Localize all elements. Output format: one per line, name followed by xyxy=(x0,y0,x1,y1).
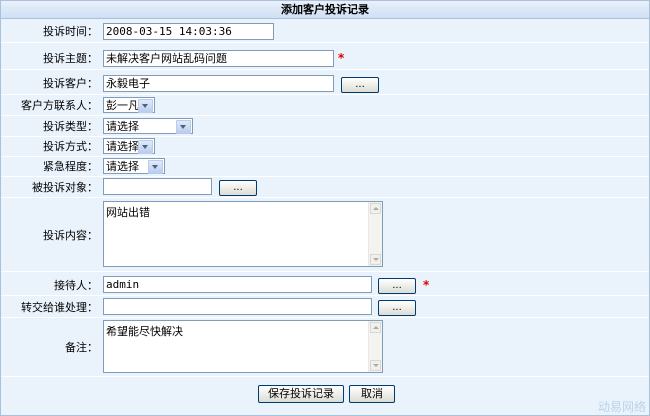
target-input[interactable] xyxy=(103,178,212,195)
row-time: 投诉时间： 2008-03-15 14:03:36 xyxy=(1,19,649,43)
label-method: 投诉方式： xyxy=(43,140,98,153)
required-mark: * xyxy=(423,278,430,292)
label-subject: 投诉主题： xyxy=(43,51,98,65)
row-content: 投诉内容： 网站出错 xyxy=(1,198,649,272)
label-remark: 备注： xyxy=(65,341,98,354)
urgency-select-value: 请选择 xyxy=(106,160,139,173)
chevron-down-icon xyxy=(148,160,163,174)
contact-select-value: 彭一凡 xyxy=(106,99,139,112)
customer-picker-button[interactable]: ... xyxy=(341,77,379,93)
row-remark: 备注： 希望能尽快解决 xyxy=(1,318,649,377)
watermark: 动易网络 xyxy=(597,400,646,414)
scroll-up-icon[interactable] xyxy=(370,203,381,214)
scroll-down-icon[interactable] xyxy=(370,360,381,371)
label-transfer: 转交给谁处理： xyxy=(21,300,98,314)
label-time: 投诉时间： xyxy=(43,24,98,38)
label-receiver: 接待人： xyxy=(54,278,98,292)
form-title: 添加客户投诉记录 xyxy=(1,1,649,19)
receiver-picker-button[interactable]: ... xyxy=(378,278,416,294)
row-target: 被投诉对象： ... xyxy=(1,176,649,198)
label-type: 投诉类型： xyxy=(43,120,98,133)
remark-scrollbar[interactable] xyxy=(368,321,382,372)
row-customer: 投诉客户： 永毅电子 ... xyxy=(1,71,649,95)
transfer-input[interactable] xyxy=(103,298,372,315)
chevron-down-icon xyxy=(138,140,153,154)
label-customer: 投诉客户： xyxy=(43,76,98,90)
receiver-input[interactable]: admin xyxy=(103,276,372,293)
row-method: 投诉方式： 请选择 xyxy=(1,136,649,157)
form-panel: 添加客户投诉记录 投诉时间： 2008-03-15 14:03:36 投诉主题：… xyxy=(0,0,650,416)
content-text: 网站出错 xyxy=(106,206,150,219)
scroll-up-icon[interactable] xyxy=(370,322,381,333)
time-input[interactable]: 2008-03-15 14:03:36 xyxy=(103,23,274,40)
chevron-down-icon xyxy=(176,120,191,134)
method-select-value: 请选择 xyxy=(106,140,139,153)
row-contact: 客户方联系人： 彭一凡 xyxy=(1,95,649,116)
row-urgency: 紧急程度： 请选择 xyxy=(1,156,649,177)
row-transfer: 转交给谁处理： ... xyxy=(1,296,649,318)
contact-select[interactable]: 彭一凡 xyxy=(103,97,155,113)
subject-input[interactable]: 未解决客户网站乱码问题 xyxy=(103,50,334,67)
row-type: 投诉类型： 请选择 xyxy=(1,116,649,137)
scroll-down-icon[interactable] xyxy=(370,254,381,265)
cancel-button[interactable]: 取消 xyxy=(349,385,395,403)
content-scrollbar[interactable] xyxy=(368,202,382,266)
transfer-picker-button[interactable]: ... xyxy=(378,300,416,316)
chevron-down-icon xyxy=(138,99,153,113)
required-mark: * xyxy=(338,51,345,65)
label-content: 投诉内容： xyxy=(43,228,98,242)
label-target: 被投诉对象： xyxy=(32,180,98,194)
row-receiver: 接待人： admin ... * xyxy=(1,274,649,296)
type-select-value: 请选择 xyxy=(106,120,139,133)
content-textarea[interactable]: 网站出错 xyxy=(103,201,383,267)
urgency-select[interactable]: 请选择 xyxy=(103,158,165,174)
label-contact: 客户方联系人： xyxy=(21,99,98,112)
row-subject: 投诉主题： 未解决客户网站乱码问题 * xyxy=(1,46,649,70)
label-urgency: 紧急程度： xyxy=(43,160,98,173)
type-select[interactable]: 请选择 xyxy=(103,118,193,134)
save-button[interactable]: 保存投诉记录 xyxy=(258,385,344,403)
target-picker-button[interactable]: ... xyxy=(219,180,257,196)
customer-input[interactable]: 永毅电子 xyxy=(103,75,334,92)
remark-textarea[interactable]: 希望能尽快解决 xyxy=(103,320,383,373)
method-select[interactable]: 请选择 xyxy=(103,138,155,154)
remark-text: 希望能尽快解决 xyxy=(106,325,183,338)
form-footer: 保存投诉记录 取消 xyxy=(1,378,649,415)
